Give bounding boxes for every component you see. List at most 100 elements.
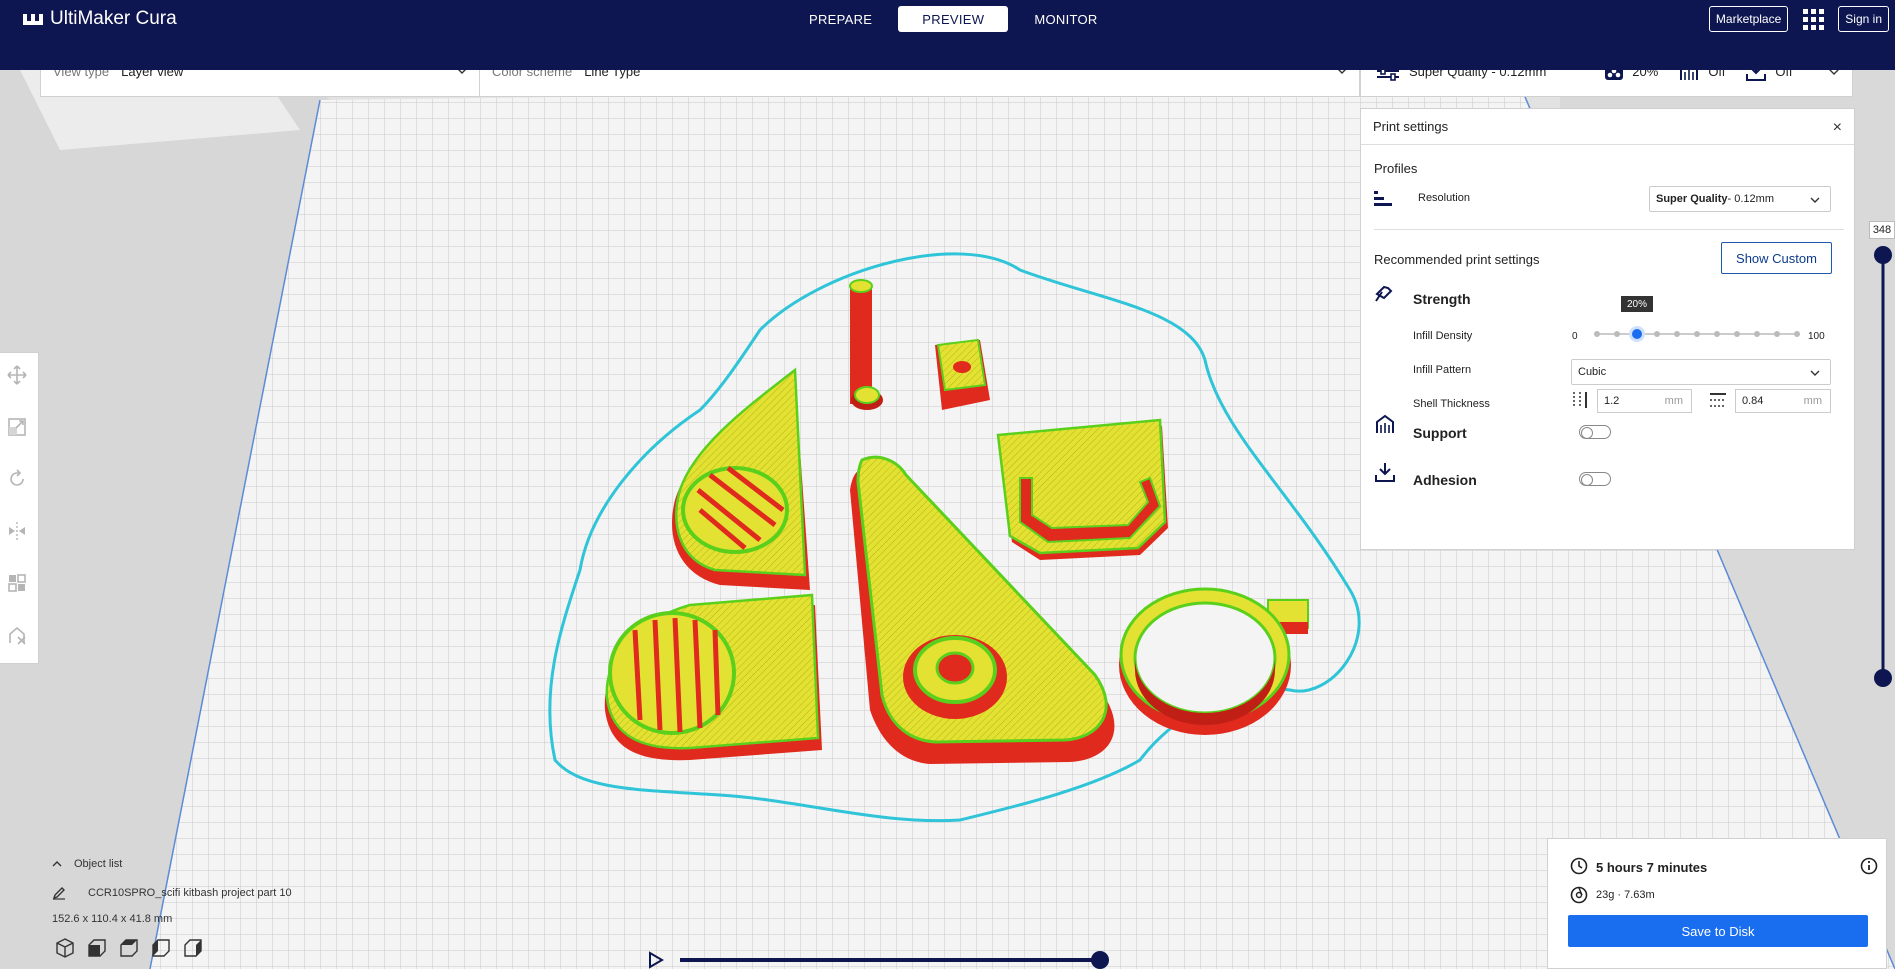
infill-tick <box>1734 331 1740 337</box>
sign-in-button[interactable]: Sign in <box>1838 6 1889 32</box>
top-bottom-thickness-input[interactable]: 0.84 mm <box>1735 389 1831 413</box>
wall-thickness-input[interactable]: 1.2 mm <box>1597 389 1692 413</box>
adhesion-icon <box>1746 70 1767 81</box>
tab-prepare[interactable]: PREPARE <box>785 6 896 32</box>
spool-icon <box>1570 886 1588 904</box>
tab-monitor[interactable]: MONITOR <box>1010 6 1121 32</box>
infill-density-label: Infill Density <box>1413 330 1473 342</box>
top-bottom-thickness-unit: mm <box>1803 395 1822 407</box>
chevron-down-icon <box>458 70 466 74</box>
per-model-settings-icon[interactable] <box>4 570 30 596</box>
mirror-icon[interactable] <box>4 518 30 544</box>
wall-thickness-value: 1.2 <box>1604 395 1620 407</box>
print-output-panel: 5 hours 7 minutes 23g · 7.63m Save to Di… <box>1547 838 1887 969</box>
3d-viewport[interactable]: View type Layer view Color scheme Line T… <box>0 70 1895 969</box>
top-view-icon[interactable] <box>118 937 140 959</box>
top-bottom-thickness-icon <box>1710 393 1726 407</box>
shell-thickness-label: Shell Thickness <box>1413 398 1490 410</box>
chevron-down-icon <box>1810 197 1820 203</box>
3d-view-icon[interactable] <box>54 937 76 959</box>
infill-tick <box>1614 331 1620 337</box>
infill-tick <box>1714 331 1720 337</box>
wall-thickness-icon <box>1573 392 1587 408</box>
adhesion-label: Adhesion <box>1413 472 1477 488</box>
apps-grid-icon[interactable] <box>1802 8 1824 30</box>
move-icon[interactable] <box>4 362 30 388</box>
rotate-icon[interactable] <box>4 466 30 492</box>
info-icon[interactable] <box>1860 857 1878 875</box>
app-logo: UltiMaker Cura <box>22 8 177 30</box>
infill-density-tooltip: 20% <box>1621 296 1653 312</box>
print-settings-panel: Print settings × Profiles Resolution Sup… <box>1360 108 1855 550</box>
right-view-icon[interactable] <box>182 937 204 959</box>
ultimaker-logo-icon <box>23 14 43 25</box>
object-dimensions: 152.6 x 110.4 x 41.8 mm <box>52 913 173 925</box>
chevron-down-icon[interactable] <box>1828 70 1840 76</box>
adhesion-icon <box>1375 463 1395 482</box>
show-custom-button[interactable]: Show Custom <box>1721 242 1832 274</box>
part-shield-plate <box>996 418 1168 560</box>
save-to-disk-button[interactable]: Save to Disk <box>1568 915 1868 947</box>
infill-pattern-value: Cubic <box>1578 366 1607 378</box>
top-bottom-thickness-value: 0.84 <box>1742 395 1764 407</box>
resolution-dropdown[interactable]: Super Quality - 0.12mm <box>1649 186 1831 212</box>
color-scheme-value: Line Type <box>584 70 641 79</box>
infill-density-handle[interactable] <box>1629 326 1645 342</box>
adhesion-toggle[interactable] <box>1579 472 1611 486</box>
part-small-block <box>935 338 990 410</box>
color-scheme-label: Color scheme <box>492 70 573 79</box>
print-settings-summary[interactable]: Super Quality - 0.12mm 20% Off Off <box>1360 70 1853 97</box>
support-blocker-icon[interactable] <box>4 622 30 648</box>
support-icon <box>1680 70 1699 80</box>
close-icon[interactable]: × <box>1833 119 1842 137</box>
infill-tick <box>1694 331 1700 337</box>
adhesion-summary: Off <box>1775 70 1793 79</box>
pencil-icon[interactable] <box>52 886 66 900</box>
tab-preview[interactable]: PREVIEW <box>898 6 1009 32</box>
infill-tick <box>1754 331 1760 337</box>
infill-min-label: 0 <box>1572 331 1578 342</box>
infill-pattern-label: Infill Pattern <box>1413 364 1472 376</box>
infill-tick <box>1774 331 1780 337</box>
infill-summary: 20% <box>1632 70 1659 79</box>
object-list-toggle[interactable]: Object list <box>52 858 122 870</box>
view-type-label: View type <box>53 70 110 79</box>
view-type-value: Layer view <box>121 70 184 79</box>
infill-tick <box>1654 331 1660 337</box>
chevron-up-icon <box>52 861 62 867</box>
tool-bar <box>0 352 39 664</box>
layer-slider-top-handle[interactable] <box>1874 246 1892 264</box>
infill-pattern-dropdown[interactable]: Cubic <box>1571 359 1831 385</box>
object-name: CCR10SPRO_scifi kitbash project part 10 <box>88 887 292 899</box>
profile-summary: Super Quality - 0.12mm <box>1409 70 1547 79</box>
support-summary: Off <box>1708 70 1726 79</box>
view-type-dropdown[interactable]: View type Layer view <box>41 70 479 96</box>
wall-thickness-unit: mm <box>1664 395 1683 407</box>
material-usage: 23g · 7.63m <box>1596 889 1655 901</box>
infill-density-slider[interactable]: 20% <box>1594 296 1800 344</box>
support-toggle[interactable] <box>1579 425 1611 439</box>
playback-slider-handle[interactable] <box>1091 951 1109 969</box>
resolution-label: Resolution <box>1418 192 1470 204</box>
infill-tick <box>1674 331 1680 337</box>
left-view-icon[interactable] <box>150 937 172 959</box>
infill-max-label: 100 <box>1808 331 1825 342</box>
front-view-icon[interactable] <box>86 937 108 959</box>
top-bar: UltiMaker Cura PREPARE PREVIEW MONITOR M… <box>0 0 1895 70</box>
infill-icon <box>1605 70 1624 80</box>
scale-icon[interactable] <box>4 414 30 440</box>
marketplace-button[interactable]: Marketplace <box>1708 6 1789 32</box>
strength-label: Strength <box>1413 291 1471 307</box>
infill-tick <box>1794 331 1800 337</box>
stage-tabs: PREPARE PREVIEW MONITOR <box>785 6 1124 32</box>
layer-slider-bottom-handle[interactable] <box>1874 669 1892 687</box>
print-time: 5 hours 7 minutes <box>1596 860 1708 875</box>
color-scheme-dropdown[interactable]: Color scheme Line Type <box>480 70 1359 96</box>
settings-sliders-icon <box>1377 70 1399 81</box>
infill-tick <box>1594 331 1600 337</box>
recommended-label: Recommended print settings <box>1374 252 1540 267</box>
resolution-value-quality: Super Quality <box>1656 193 1728 205</box>
hammer-icon <box>1375 285 1393 302</box>
app-title: UltiMaker Cura <box>50 8 177 29</box>
clock-icon <box>1570 857 1588 875</box>
